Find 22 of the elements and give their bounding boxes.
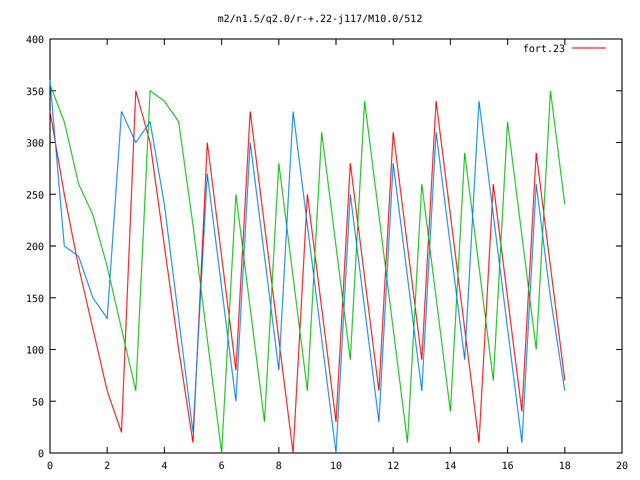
x-tick-label: 6 xyxy=(218,461,225,472)
x-tick-label: 16 xyxy=(502,461,514,472)
chart-title: m2/n1.5/q2.0/r-+.22-j117/M10.0/512 xyxy=(218,14,422,25)
x-tick-label: 4 xyxy=(161,461,168,472)
x-tick-label: 0 xyxy=(46,461,54,472)
x-tick-label: 8 xyxy=(276,461,282,472)
x-tick-label: 10 xyxy=(330,461,342,472)
x-tick-label: 20 xyxy=(616,461,628,472)
y-tick-label: 400 xyxy=(26,35,44,46)
y-tick-label: 150 xyxy=(26,294,44,305)
y-tick-label: 350 xyxy=(26,86,44,98)
x-tick-label: 14 xyxy=(444,461,456,472)
x-tick-label: 12 xyxy=(387,461,400,472)
y-tick-label: 100 xyxy=(26,346,44,356)
legend-label: fort.23 xyxy=(522,44,565,55)
y-tick-label: 300 xyxy=(26,138,44,150)
y-tick-label: 200 xyxy=(26,242,44,253)
y-tick-label: 0 xyxy=(38,449,44,460)
y-tick-label: 50 xyxy=(32,397,44,408)
y-tick-label: 250 xyxy=(26,190,44,202)
x-tick-label: 2 xyxy=(104,461,110,472)
x-tick-label: 18 xyxy=(558,461,571,472)
